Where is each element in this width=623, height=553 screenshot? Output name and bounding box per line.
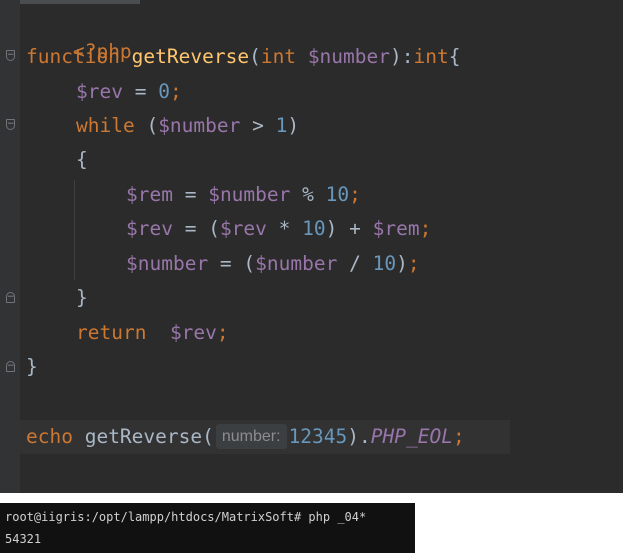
var-number: $number <box>158 114 241 137</box>
operator: * <box>266 217 303 240</box>
operator: = <box>122 80 159 103</box>
fold-function-icon[interactable]: − <box>6 50 15 61</box>
brace-open: { <box>448 45 461 68</box>
function-call: getReverse <box>72 425 203 448</box>
code-line-1[interactable]: <?php <box>26 7 132 63</box>
paren-close: ). <box>347 425 371 448</box>
code-line-9[interactable]: } <box>76 283 88 313</box>
return-type: int <box>413 45 449 68</box>
var-rev: $rev <box>169 321 217 344</box>
paren-open: ( <box>202 425 214 448</box>
var-rem: $rem <box>372 217 420 240</box>
brace-close: } <box>76 286 88 309</box>
keyword-function: function <box>26 45 120 68</box>
param-variable: $number <box>307 45 390 68</box>
semicolon: ; <box>349 183 361 206</box>
keyword-echo: echo <box>26 425 73 448</box>
code-line-6[interactable]: $rem = $number % 10; <box>126 180 361 210</box>
paren-open: ( <box>249 45 261 68</box>
semicolon: ; <box>452 425 465 448</box>
paren-close: ) <box>287 114 300 137</box>
var-rev: $rev <box>219 217 267 240</box>
paren-close: ): <box>390 45 414 68</box>
constant-php-eol: PHP_EOL <box>370 425 453 448</box>
number-literal: 10 <box>325 183 350 206</box>
param-type: int <box>260 45 297 68</box>
operator: / <box>337 252 373 275</box>
code-line-12[interactable]: echo getReverse(number: 12345).PHP_EOL; <box>26 422 465 452</box>
operator: > <box>240 114 276 137</box>
code-line-7[interactable]: $rev = ($rev * 10) + $rem; <box>126 214 431 244</box>
semicolon: ; <box>169 80 182 103</box>
fold-function-end-icon[interactable]: − <box>6 361 15 372</box>
terminal-prompt-line: root@iigris:/opt/lampp/htdocs/MatrixSoft… <box>5 510 367 524</box>
keyword-while: while <box>76 114 135 137</box>
operator: % <box>290 183 326 206</box>
code-line-4[interactable]: while ($number > 1) <box>76 111 299 141</box>
editor-gutter: − − − − <box>0 0 20 493</box>
var-rev: $rev <box>126 217 173 240</box>
semicolon: ; <box>407 252 420 275</box>
var-number: $number <box>208 183 291 206</box>
brace-open: { <box>76 148 88 171</box>
code-line-2[interactable]: function getReverse(int $number):int{ <box>26 42 460 72</box>
fold-while-icon[interactable]: − <box>6 119 15 130</box>
var-rev: $rev <box>76 80 123 103</box>
paren-close: ) <box>396 252 408 275</box>
code-line-8[interactable]: $number = ($number / 10); <box>126 249 420 279</box>
operator: = <box>172 183 209 206</box>
brace-close: } <box>26 355 38 378</box>
var-rem: $rem <box>126 183 173 206</box>
code-line-11[interactable]: } <box>26 352 38 382</box>
operator: ) + <box>325 217 373 240</box>
var-number: $number <box>126 252 209 275</box>
operator: = ( <box>172 217 220 240</box>
code-line-5[interactable]: { <box>76 145 88 175</box>
editor-tab-indicator <box>0 0 140 4</box>
paren-open: ( <box>134 114 159 137</box>
number-literal: 0 <box>158 80 170 103</box>
indent-guide <box>74 180 75 280</box>
semicolon: ; <box>216 321 229 344</box>
fold-while-end-icon[interactable]: − <box>6 292 15 303</box>
number-literal: 12345 <box>288 425 348 448</box>
semicolon: ; <box>419 217 432 240</box>
number-literal: 10 <box>372 252 397 275</box>
code-line-10[interactable]: return $rev; <box>76 318 229 348</box>
code-editor[interactable]: − − − − <?php function getReverse(int $n… <box>0 0 623 493</box>
terminal-output[interactable]: root@iigris:/opt/lampp/htdocs/MatrixSoft… <box>0 503 415 553</box>
keyword-return: return <box>76 321 147 344</box>
var-number: $number <box>255 252 338 275</box>
number-literal: 1 <box>275 114 288 137</box>
code-line-3[interactable]: $rev = 0; <box>76 77 182 107</box>
terminal-result-line: 54321 <box>5 532 42 546</box>
number-literal: 10 <box>302 217 326 240</box>
function-name: getReverse <box>131 45 250 68</box>
parameter-hint: number: <box>215 424 287 449</box>
operator: = ( <box>208 252 256 275</box>
